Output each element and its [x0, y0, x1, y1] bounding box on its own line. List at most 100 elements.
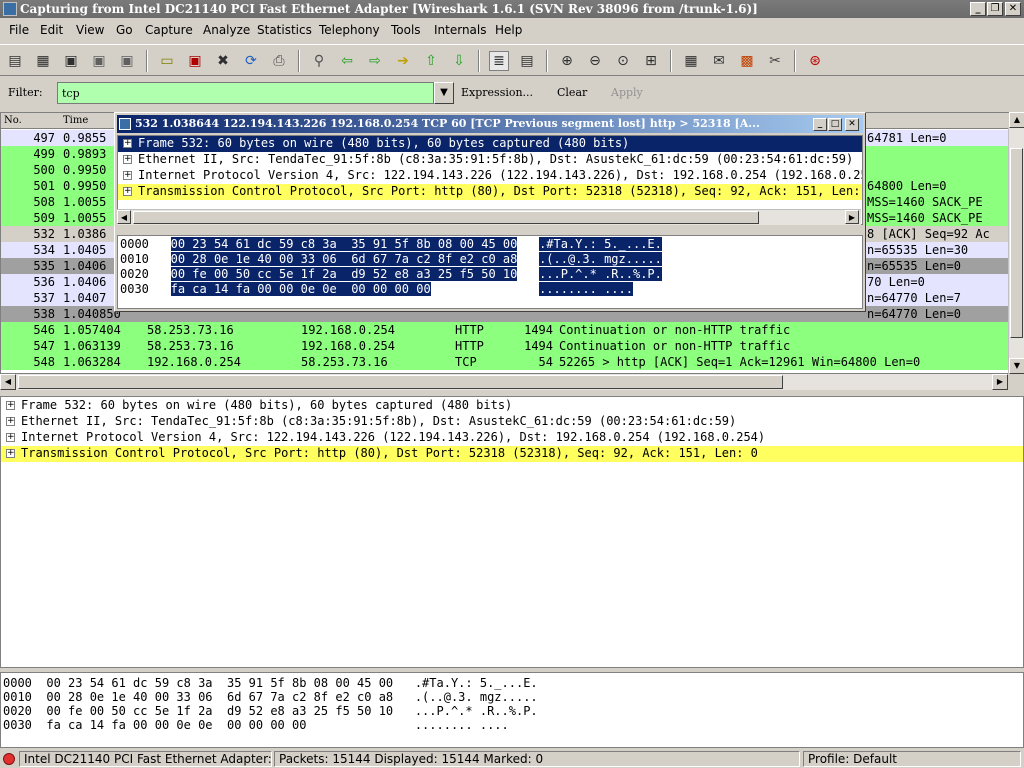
expand-icon[interactable]: + [6, 433, 15, 442]
packet-row[interactable]: 547 1.063139 58.253.73.16 192.168.0.254 HTTP… [1, 338, 1009, 354]
expert-info-icon[interactable] [3, 753, 15, 765]
zoom-out-icon[interactable]: ⊖ [585, 51, 605, 71]
menu-go[interactable]: Go [116, 23, 133, 37]
packet-list-vertical-scrollbar[interactable]: ▲ ▼ [1008, 112, 1024, 374]
window-titlebar[interactable]: Capturing from Intel DC21140 PCI Fast Et… [0, 0, 1024, 18]
goto-icon[interactable]: ➔ [393, 51, 413, 71]
reload-icon[interactable]: ⟳ [241, 51, 261, 71]
menu-help[interactable]: Help [495, 23, 522, 37]
menu-statistics[interactable]: Statistics [257, 23, 312, 37]
expand-icon[interactable]: + [123, 187, 132, 196]
menu-view[interactable]: View [76, 23, 104, 37]
detail-row-ip[interactable]: + Internet Protocol Version 4, Src: 122.1… [1, 430, 1023, 446]
packet-cell-no: 536 [33, 275, 55, 289]
popup-title: 532 1.038644 122.194.143.226 192.168.0.2… [135, 117, 760, 130]
popup-bytes-pane[interactable]: 0000 00 23 54 61 dc 59 c8 3a 35 91 5f 8b… [117, 235, 863, 309]
popup-horizontal-scrollbar[interactable]: ◀ ▶ [117, 209, 861, 225]
menu-edit[interactable]: Edit [40, 23, 63, 37]
clear-button[interactable]: Clear [557, 86, 587, 99]
popup-tree-row-tcp[interactable]: + Transmission Control Protocol, Src Port… [118, 184, 862, 200]
stop-capture-icon[interactable]: ▣ [89, 51, 109, 71]
autoscroll-icon[interactable]: ▤ [517, 51, 537, 71]
open-icon[interactable]: ▭ [157, 51, 177, 71]
close-window-button[interactable]: ✕ [1005, 2, 1021, 16]
menu-capture[interactable]: Capture [145, 23, 193, 37]
popup-titlebar[interactable]: 532 1.038644 122.194.143.226 192.168.0.2… [117, 115, 863, 133]
expand-icon[interactable]: + [123, 155, 132, 164]
status-profile[interactable]: Profile: Default [803, 751, 1021, 767]
scroll-thumb[interactable] [1010, 148, 1023, 338]
minimize-button[interactable]: _ [970, 2, 986, 16]
packet-row[interactable]: 546 1.057404 58.253.73.16 192.168.0.254 HTTP… [1, 322, 1009, 338]
packet-bytes-pane[interactable]: 0000 00 23 54 61 dc 59 c8 3a 35 91 5f 8b… [0, 672, 1024, 748]
resize-columns-icon[interactable]: ⊞ [641, 51, 661, 71]
packet-list-horizontal-scrollbar[interactable]: ◀ ▶ [0, 374, 1008, 390]
popup-tree-row-ethernet[interactable]: + Ethernet II, Src: TendaTec_91:5f:8b (c8… [118, 152, 862, 168]
detail-row-frame[interactable]: + Frame 532: 60 bytes on wire (480 bits),… [1, 398, 1023, 414]
hscroll-thumb[interactable] [18, 375, 783, 389]
packet-row[interactable]: 548 1.063284 192.168.0.254 58.253.73.16 TCP 5… [1, 354, 1009, 370]
colorize-icon[interactable]: ≣ [489, 51, 509, 71]
popup-tree-text: Ethernet II, Src: TendaTec_91:5f:8b (c8:… [138, 152, 854, 166]
scroll-right-button[interactable]: ▶ [992, 374, 1008, 390]
popup-tree-row-ip[interactable]: + Internet Protocol Version 4, Src: 122.1… [118, 168, 862, 184]
detail-row-ethernet[interactable]: + Ethernet II, Src: TendaTec_91:5f:8b (c8… [1, 414, 1023, 430]
popup-tree-row-frame[interactable]: + Frame 532: 60 bytes on wire (480 bits),… [118, 136, 862, 152]
menu-internals[interactable]: Internals [434, 23, 487, 37]
display-filters-icon[interactable]: ✉ [709, 51, 729, 71]
restart-capture-icon[interactable]: ▣ [117, 51, 137, 71]
column-header-time[interactable]: Time [63, 115, 88, 126]
zoom-in-icon[interactable]: ⊕ [557, 51, 577, 71]
expand-icon[interactable]: + [6, 449, 15, 458]
menu-file[interactable]: File [9, 23, 29, 37]
start-capture-icon[interactable]: ▣ [61, 51, 81, 71]
menu-telephony[interactable]: Telephony [319, 23, 380, 37]
find-icon[interactable]: ⚲ [309, 51, 329, 71]
packet-cell-no: 534 [33, 243, 55, 257]
column-header-no[interactable]: No. [4, 115, 22, 126]
packet-cell-no: 547 [33, 339, 55, 353]
expand-icon[interactable]: + [123, 139, 132, 148]
packet-cell-no: 546 [33, 323, 55, 337]
packet-popup-window[interactable]: 532 1.038644 122.194.143.226 192.168.0.2… [114, 112, 866, 312]
packet-details-pane[interactable]: + Frame 532: 60 bytes on wire (480 bits),… [0, 396, 1024, 668]
capture-options-icon[interactable]: ▦ [33, 51, 53, 71]
packet-cell-info: 8 [ACK] Seq=92 Ac [867, 227, 990, 241]
menu-tools[interactable]: Tools [391, 23, 421, 37]
save-icon[interactable]: ▣ [185, 51, 205, 71]
forward-icon[interactable]: ⇨ [365, 51, 385, 71]
expand-icon[interactable]: + [6, 401, 15, 410]
restore-button[interactable]: ❐ [987, 2, 1003, 16]
popup-scroll-right-button[interactable]: ▶ [845, 210, 859, 224]
popup-maximize-button[interactable]: □ [828, 118, 842, 131]
coloring-rules-icon[interactable]: ▩ [737, 51, 757, 71]
popup-hscroll-thumb[interactable] [133, 211, 759, 224]
expand-icon[interactable]: + [123, 171, 132, 180]
popup-minimize-button[interactable]: _ [813, 118, 827, 131]
scroll-up-button[interactable]: ▲ [1009, 112, 1024, 128]
capture-filters-icon[interactable]: ▦ [681, 51, 701, 71]
filter-dropdown-button[interactable]: ▼ [434, 82, 454, 104]
detail-row-tcp[interactable]: + Transmission Control Protocol, Src Port… [1, 446, 1023, 462]
popup-close-button[interactable]: ✕ [845, 118, 859, 131]
packet-cell-dst: 192.168.0.254 [301, 323, 395, 337]
preferences-icon[interactable]: ✂ [765, 51, 785, 71]
interface-list-icon[interactable]: ▤ [5, 51, 25, 71]
filter-input[interactable]: tcp [57, 82, 434, 104]
help-icon[interactable]: ⊛ [805, 51, 825, 71]
back-icon[interactable]: ⇦ [337, 51, 357, 71]
print-icon[interactable]: ⎙ [269, 51, 289, 71]
scroll-down-button[interactable]: ▼ [1009, 358, 1024, 374]
first-icon[interactable]: ⇧ [421, 51, 441, 71]
normal-size-icon[interactable]: ⊙ [613, 51, 633, 71]
apply-button[interactable]: Apply [611, 86, 643, 99]
scroll-left-button[interactable]: ◀ [0, 374, 16, 390]
popup-scroll-left-button[interactable]: ◀ [117, 210, 131, 224]
last-icon[interactable]: ⇩ [449, 51, 469, 71]
menu-analyze[interactable]: Analyze [203, 23, 250, 37]
expand-icon[interactable]: + [6, 417, 15, 426]
expression-button[interactable]: Expression... [461, 86, 533, 99]
bytes-row: 0000 00 23 54 61 dc 59 c8 3a 35 91 5f 8b… [3, 676, 538, 690]
close-icon[interactable]: ✖ [213, 51, 233, 71]
packet-cell-info: n=65535 Len=0 [867, 259, 961, 273]
